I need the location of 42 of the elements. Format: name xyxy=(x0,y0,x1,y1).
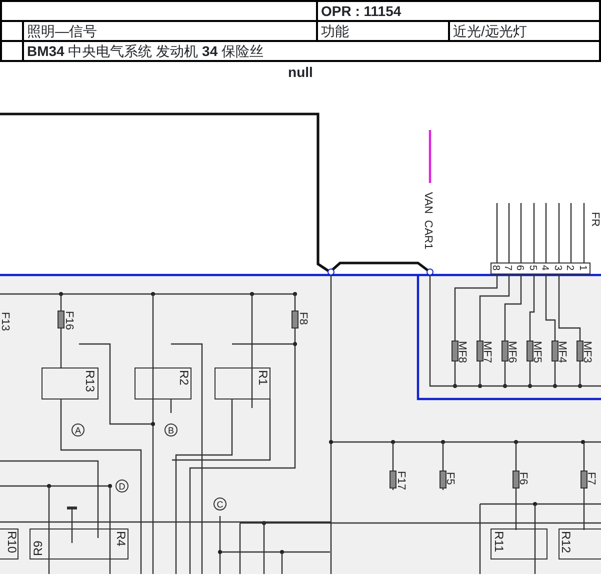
fuse-label: MF7 xyxy=(481,341,493,363)
function-label: 功能 xyxy=(317,21,449,41)
fuse-label: MF4 xyxy=(556,341,568,363)
relay-label: R10 xyxy=(5,531,19,554)
fuse-label: MF6 xyxy=(506,341,518,363)
connection-marker: D xyxy=(118,482,126,492)
fuse-label: MF8 xyxy=(456,341,468,363)
fuse-label: F7 xyxy=(585,472,597,485)
fuse-label: MF5 xyxy=(531,341,543,363)
pin-number: 2 xyxy=(564,265,575,271)
pin-number: 3 xyxy=(552,265,563,271)
signal-label: CAR1 xyxy=(422,220,434,250)
operation-number: OPR : 11154 xyxy=(317,1,600,21)
fuse-label: F16 xyxy=(63,311,75,330)
relay-label: R1 xyxy=(256,370,270,386)
pin-number: 1 xyxy=(577,265,588,271)
pin-number: 5 xyxy=(527,265,538,271)
pin-number: 8 xyxy=(490,265,501,271)
system-name: 照明—信号 xyxy=(23,21,317,41)
relay-label: R12 xyxy=(559,531,573,554)
fuse-label: F8 xyxy=(297,312,309,325)
function-value: 近光/远光灯 xyxy=(449,21,600,41)
relay-label: R2 xyxy=(177,370,191,386)
wire-label: FR xyxy=(589,212,601,227)
connection-marker: A xyxy=(75,426,81,436)
connection-marker: C xyxy=(216,500,224,510)
pin-number: 6 xyxy=(514,265,525,271)
fuse-label: F13 xyxy=(0,312,11,331)
fuse-label: F17 xyxy=(395,471,407,490)
relay-label: R4 xyxy=(114,531,128,546)
pin-number: 4 xyxy=(539,265,550,271)
relay-label: R9 xyxy=(31,540,45,556)
diagram-title: null xyxy=(287,63,314,82)
fuse-label: MF3 xyxy=(581,341,593,363)
fuse-label: F6 xyxy=(517,472,529,485)
pin-number: 7 xyxy=(502,265,513,271)
relay-label: R13 xyxy=(83,370,97,392)
fuse-label: F5 xyxy=(444,472,456,485)
signal-label: VAN xyxy=(422,192,434,214)
connection-marker: B xyxy=(168,426,174,436)
component-name: BM34 中央电气系统 发动机 34 保险丝 xyxy=(23,41,600,61)
relay-label: R11 xyxy=(492,531,506,552)
